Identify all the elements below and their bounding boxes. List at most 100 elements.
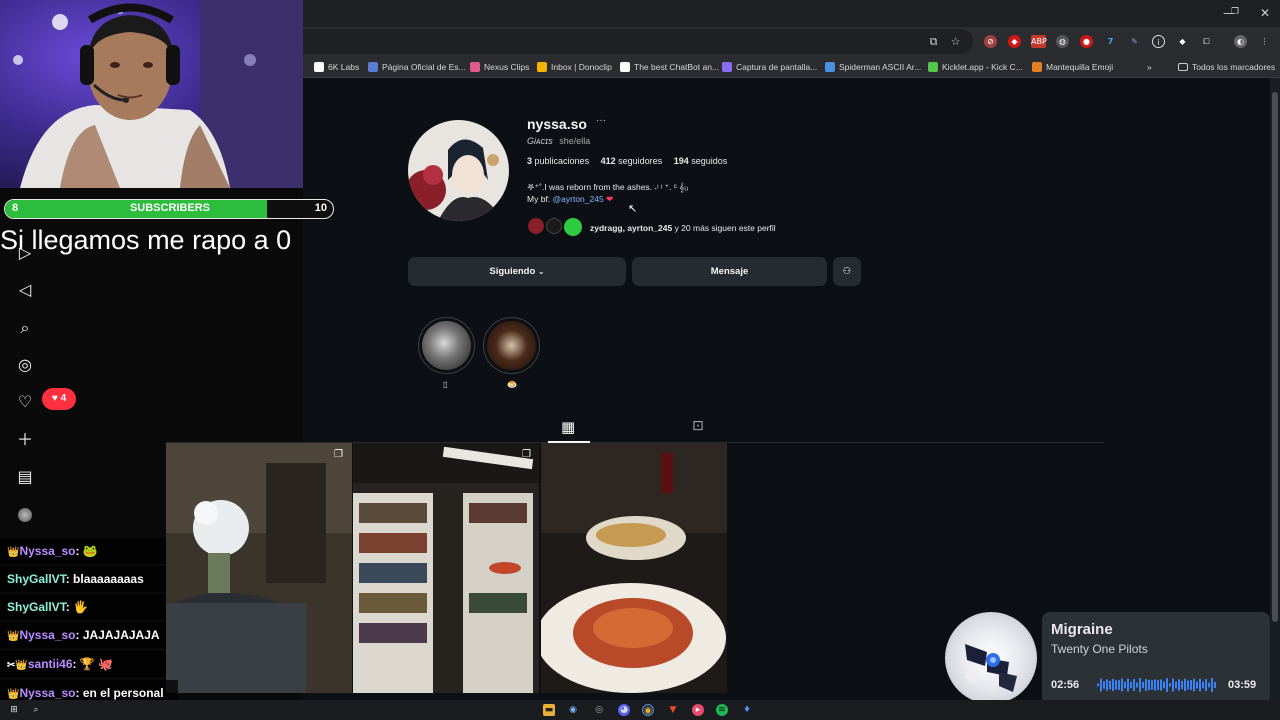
chat-separator: : xyxy=(65,600,74,614)
bookmark-item[interactable]: The best ChatBot an... xyxy=(620,61,719,73)
search-icon[interactable]: ⌕ xyxy=(14,317,36,339)
chrome-icon[interactable]: ◉ xyxy=(642,704,654,716)
taskbar-search-icon[interactable]: ⌕ xyxy=(30,704,42,716)
bookmark-star-icon[interactable]: ☆ xyxy=(949,35,962,48)
chat-username[interactable]: santii46 xyxy=(28,657,73,671)
dashboard-icon[interactable]: ▤ xyxy=(14,466,36,488)
waveform-bar xyxy=(1154,679,1156,691)
following-stat[interactable]: 194 seguidos xyxy=(674,156,728,166)
close-icon[interactable]: ✕ xyxy=(1258,6,1272,20)
posts-grid-tab-icon[interactable]: ▦ xyxy=(561,418,575,436)
bookmark-item[interactable]: Nexus Clips xyxy=(470,61,529,73)
highlight-2[interactable] xyxy=(483,317,540,374)
extension-7tv-icon[interactable]: 7 xyxy=(1104,35,1117,48)
waveform-bar xyxy=(1196,681,1198,689)
bookmark-item[interactable]: Captura de pantalla... xyxy=(722,61,817,73)
highlight-1-label: ▯ xyxy=(443,380,448,389)
chat-username[interactable]: ShyGallVT xyxy=(7,572,66,586)
discord-icon[interactable]: ◕ xyxy=(618,704,630,716)
chat-message: ✂👑santii46: 🏆 🐙 xyxy=(0,651,166,677)
infinity-icon xyxy=(314,62,324,72)
obs-icon[interactable]: ◎ xyxy=(593,704,605,716)
post-thumbnail[interactable]: ❐ xyxy=(166,443,352,693)
bio-prefix: My bf: xyxy=(527,194,553,204)
extension-abp-icon[interactable]: ABP xyxy=(1031,35,1047,48)
waveform-bar xyxy=(1136,682,1138,688)
chat-message: ShyGallVT: blaaaaaaaas xyxy=(0,566,166,592)
waveform-bar xyxy=(1097,683,1099,687)
address-bar[interactable]: ⧉ ☆ xyxy=(303,29,973,54)
chat-username[interactable]: Nyssa_so xyxy=(19,544,75,558)
messages-icon[interactable]: ◁ xyxy=(14,279,36,301)
extension-info-icon[interactable]: i xyxy=(1152,35,1165,48)
app-icon[interactable]: ♦ xyxy=(741,704,753,716)
browser-menu-icon[interactable]: ⋮ xyxy=(1258,35,1271,48)
tagged-tab-icon[interactable]: ⊡ xyxy=(692,418,704,434)
brave-icon[interactable]: ▼ xyxy=(667,704,679,716)
following-button[interactable]: Siguiendo ⌄ xyxy=(408,257,626,286)
profile-avatar-icon[interactable]: ◐ xyxy=(1234,35,1247,48)
bookmark-item[interactable]: Página Oficial de Es... xyxy=(368,61,466,73)
message-button[interactable]: Mensaje xyxy=(632,257,827,286)
waveform-bar xyxy=(1193,678,1195,692)
waveform-bar xyxy=(1202,681,1204,689)
extension-pen-icon[interactable]: ✎ xyxy=(1128,35,1141,48)
notifications-heart-icon[interactable]: ♡ xyxy=(14,391,36,413)
add-person-icon[interactable]: ⚇ xyxy=(833,257,861,286)
chat-separator: : xyxy=(75,628,83,642)
extension-shield-icon[interactable]: ◆ xyxy=(1008,35,1021,48)
chat-username[interactable]: Nyssa_so xyxy=(19,686,75,700)
posts-stat[interactable]: 3 publicaciones xyxy=(527,156,589,166)
waveform-bar xyxy=(1115,680,1117,690)
highlight-2-label: 🍮 xyxy=(507,380,517,389)
extension-diamond-icon[interactable]: ◆ xyxy=(1176,35,1189,48)
install-app-icon[interactable]: ⧉ xyxy=(927,35,940,48)
extension-record-icon[interactable]: ● xyxy=(1080,35,1093,48)
chat-separator: : xyxy=(72,657,80,671)
extension-compass-icon[interactable]: ⊘ xyxy=(984,35,997,48)
bookmark-item[interactable]: Spiderman ASCII Ar... xyxy=(825,61,921,73)
bio-mention-link[interactable]: @ayrton_245 xyxy=(553,194,604,204)
carousel-icon: ❐ xyxy=(522,449,531,460)
bookmark-item[interactable]: Inbox | Donoclip xyxy=(537,61,612,73)
explore-icon[interactable]: ◎ xyxy=(14,354,36,376)
post-thumbnail[interactable] xyxy=(541,443,727,693)
steam-icon[interactable]: ◉ xyxy=(567,704,579,716)
bookmark-label: Nexus Clips xyxy=(484,62,530,72)
follower-avatar xyxy=(528,218,544,234)
followed-by-text[interactable]: zydragg, ayrton_245 y 20 más siguen este… xyxy=(590,223,776,233)
profile-pronouns: she/ella xyxy=(559,136,591,146)
spotify-icon[interactable]: ≋ xyxy=(716,704,728,716)
highlight-1[interactable] xyxy=(418,317,475,374)
profile-avatar[interactable] xyxy=(408,120,509,221)
kicklet-icon xyxy=(928,62,938,72)
chat-message: ShyGallVT: 🖐 xyxy=(0,594,166,620)
bookmark-item[interactable]: 6K Labs xyxy=(314,61,359,73)
more-bookmarks-icon[interactable]: » xyxy=(1147,61,1152,73)
windows-start-icon[interactable]: ⊞ xyxy=(8,704,20,716)
taskbar: ⊞ ⌕ ▬ ◉ ◎ ◕ ◉ ▼ ▸ ≋ ♦ xyxy=(0,700,1280,720)
restore-icon[interactable]: ❐ xyxy=(1228,5,1242,19)
file-explorer-icon[interactable]: ▬ xyxy=(543,704,555,716)
media-player-icon[interactable]: ▸ xyxy=(692,704,704,716)
profile-more-icon[interactable]: ··· xyxy=(596,115,606,126)
chat-username[interactable]: ShyGallVT xyxy=(7,600,66,614)
chat-username[interactable]: Nyssa_so xyxy=(19,628,75,642)
page-scrollbar[interactable] xyxy=(1270,78,1280,720)
followers-stat[interactable]: 412 seguidores xyxy=(601,156,663,166)
bookmark-item[interactable]: Kicklet.app - Kick C... xyxy=(928,61,1023,73)
profile-display-name: Giᴀᴄɪs xyxy=(527,136,553,146)
waveform-bar xyxy=(1145,679,1147,691)
follower-avatar xyxy=(546,218,562,234)
all-bookmarks-folder[interactable]: Todos los marcadores xyxy=(1178,61,1275,73)
bookmark-item[interactable]: Mantequilla Emoji xyxy=(1032,61,1113,73)
extensions-puzzle-icon[interactable]: ⧠ xyxy=(1200,35,1213,48)
extension-globe-icon[interactable]: ◍ xyxy=(1056,35,1069,48)
waveform-bar xyxy=(1169,683,1171,687)
chat-badge-icon: 👑 xyxy=(7,547,20,558)
mouse-cursor-icon: ↖ xyxy=(628,202,638,215)
scrollbar-thumb[interactable] xyxy=(1272,92,1278,622)
profile-nav-avatar[interactable] xyxy=(18,508,32,522)
create-icon[interactable]: ＋ xyxy=(14,429,36,451)
post-thumbnail[interactable]: ❐ xyxy=(353,443,539,693)
